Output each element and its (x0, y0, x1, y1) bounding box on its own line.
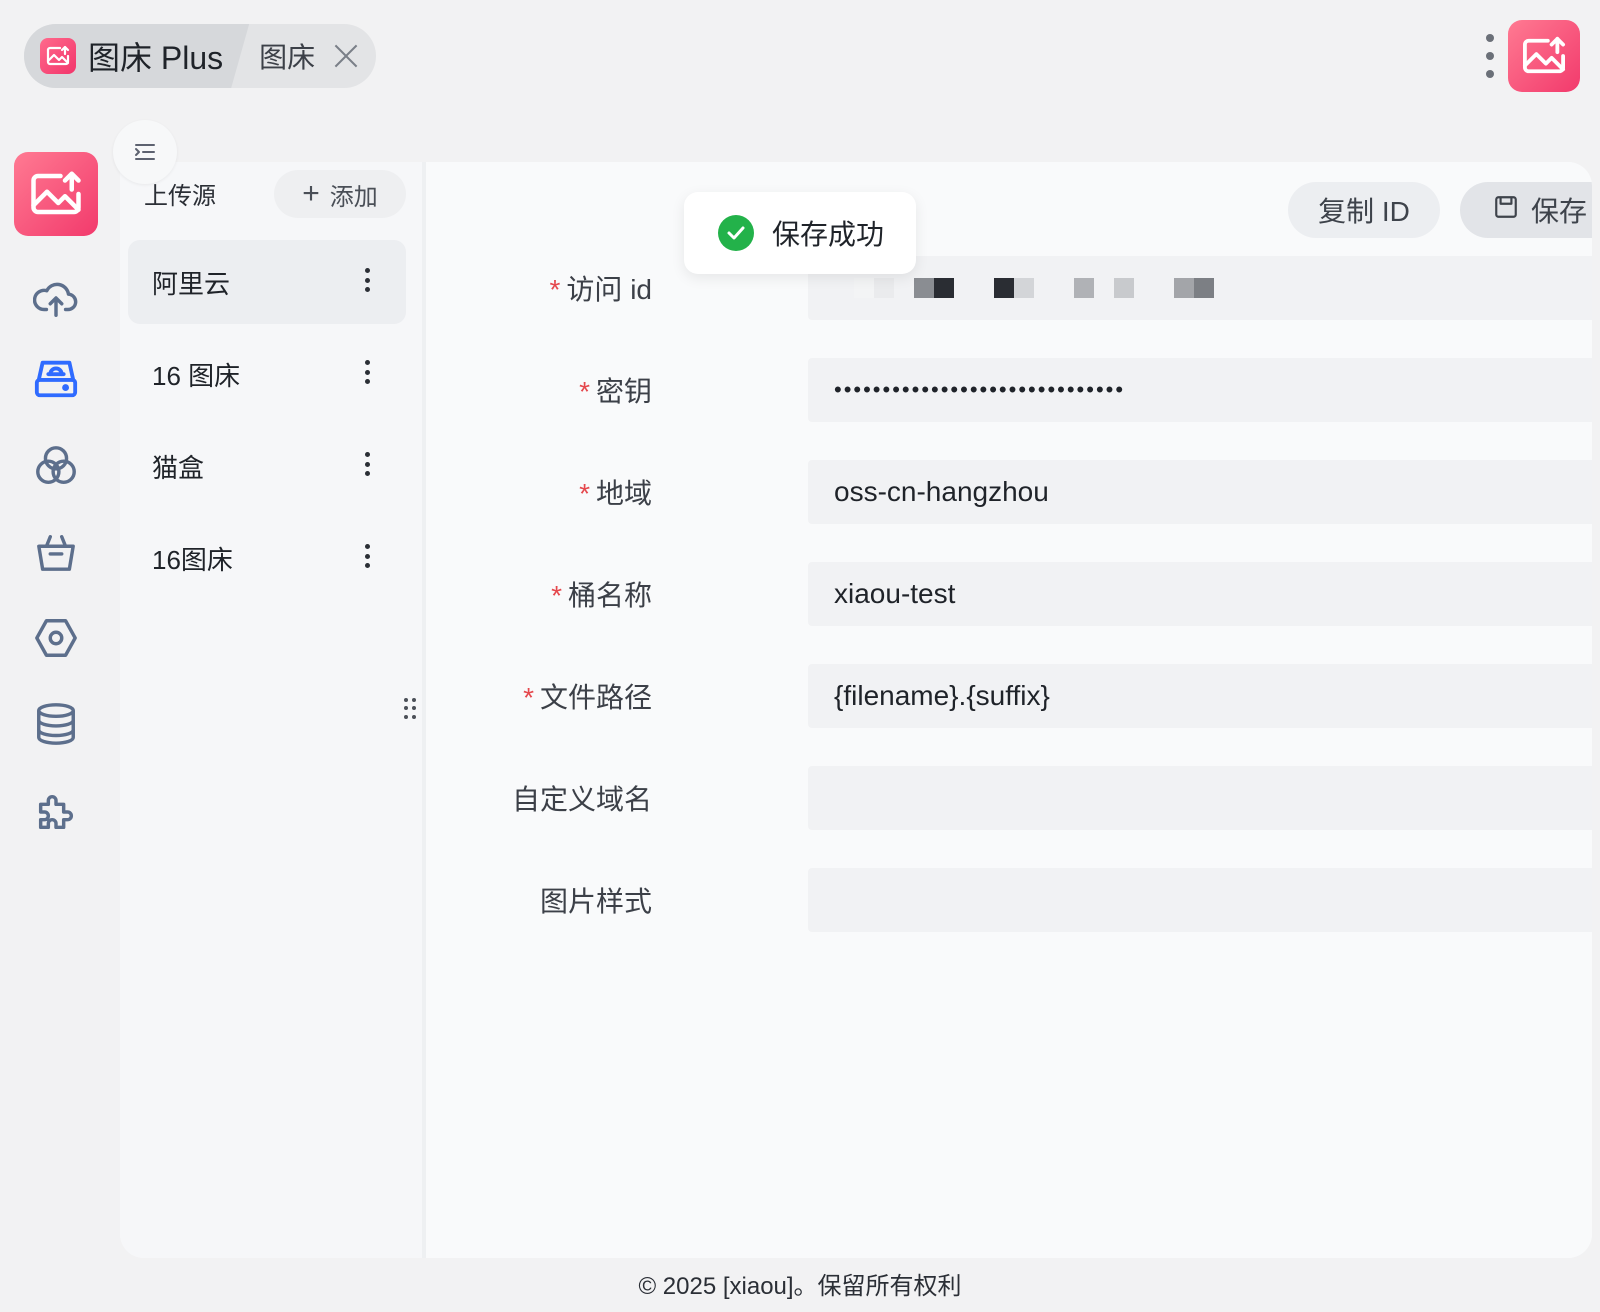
collapse-sidebar-button[interactable] (113, 120, 177, 184)
region-field[interactable]: oss-cn-hangzhou (808, 460, 1592, 524)
plus-icon: + (302, 177, 320, 210)
resize-handle-icon[interactable] (404, 698, 418, 720)
add-source-button[interactable]: + 添加 (274, 170, 406, 218)
tab-image-hosting[interactable]: 图床 (249, 36, 359, 76)
image-upload-logo-icon[interactable] (1508, 20, 1580, 92)
image-upload-logo-icon[interactable] (14, 152, 98, 236)
secret-field[interactable]: •••••••••••••••••••••••••••••• (808, 358, 1592, 422)
hexagon-settings-icon[interactable] (30, 612, 82, 664)
add-button-label: 添加 (329, 183, 378, 211)
tab-app[interactable]: 图床 Plus (24, 24, 249, 88)
copy-id-button[interactable]: 复制 ID (1288, 182, 1440, 238)
source-item-16-imgbed[interactable]: 16 图床 (128, 332, 406, 416)
source-item-label: 猫盒 (152, 452, 205, 483)
save-button[interactable]: 保存 (1460, 182, 1592, 238)
more-options-icon[interactable] (364, 544, 370, 568)
bucket-label: * 桶名称 (551, 580, 652, 611)
toast-message: 保存成功 (772, 219, 885, 250)
database-icon[interactable] (30, 698, 82, 750)
more-menu-icon[interactable] (1484, 34, 1496, 78)
bucket-value: xiaou-test (834, 578, 956, 609)
main-panel: 上传源 + 添加 阿里云 16 图床 猫盒 16图床 复制 ID 保存 * 访问… (120, 162, 1592, 1258)
path-value: {filename}.{suffix} (834, 680, 1050, 711)
basket-icon[interactable] (30, 526, 82, 578)
save-label: 保存 (1530, 196, 1587, 227)
source-item-label: 16 图床 (152, 360, 241, 391)
source-item-maohe[interactable]: 猫盒 (128, 424, 406, 508)
check-circle-icon (718, 215, 754, 251)
save-icon (1493, 194, 1519, 227)
secret-label: * 密钥 (579, 376, 652, 407)
image-style-field[interactable] (808, 868, 1592, 932)
region-label: * 地域 (579, 478, 652, 509)
success-toast: 保存成功 (684, 192, 916, 274)
custom-domain-field[interactable] (808, 766, 1592, 830)
footer-copyright: © 2025 [xiaou]。保留所有权利 (638, 1273, 962, 1300)
source-item-label: 阿里云 (152, 268, 231, 299)
more-options-icon[interactable] (364, 268, 370, 292)
more-options-icon[interactable] (364, 452, 370, 476)
custom-domain-label: 自定义域名 (511, 784, 652, 815)
tab-label: 图床 (259, 42, 316, 73)
config-form: 复制 ID 保存 * 访问 id * 密钥 ••••••••••••••••••••… (426, 162, 1592, 1258)
path-field[interactable]: {filename}.{suffix} (808, 664, 1592, 728)
app-title: 图床 Plus (88, 40, 224, 76)
source-item-label: 16图床 (152, 544, 233, 575)
app-logo-icon (40, 38, 76, 74)
storage-drive-icon[interactable] (30, 352, 82, 404)
path-label: * 文件路径 (523, 682, 652, 713)
access-id-field[interactable] (808, 256, 1592, 320)
more-options-icon[interactable] (364, 360, 370, 384)
masked-value (834, 278, 1214, 298)
region-value: oss-cn-hangzhou (834, 476, 1049, 507)
access-id-label: * 访问 id (549, 274, 652, 305)
tab-bar: 图床 Plus 图床 (24, 24, 376, 88)
bucket-field[interactable]: xiaou-test (808, 562, 1592, 626)
plugin-puzzle-icon[interactable] (30, 786, 82, 838)
source-item-16imgbed[interactable]: 16图床 (128, 516, 406, 600)
secret-value: •••••••••••••••••••••••••••••• (834, 377, 1126, 402)
copy-id-label: 复制 ID (1318, 196, 1410, 227)
source-item-aliyun[interactable]: 阿里云 (128, 240, 406, 324)
close-icon[interactable] (333, 43, 359, 69)
image-style-label: 图片样式 (539, 886, 652, 917)
circles-icon[interactable] (30, 440, 82, 492)
source-list: 上传源 + 添加 阿里云 16 图床 猫盒 16图床 (120, 162, 422, 1258)
cloud-upload-icon[interactable] (30, 272, 82, 324)
